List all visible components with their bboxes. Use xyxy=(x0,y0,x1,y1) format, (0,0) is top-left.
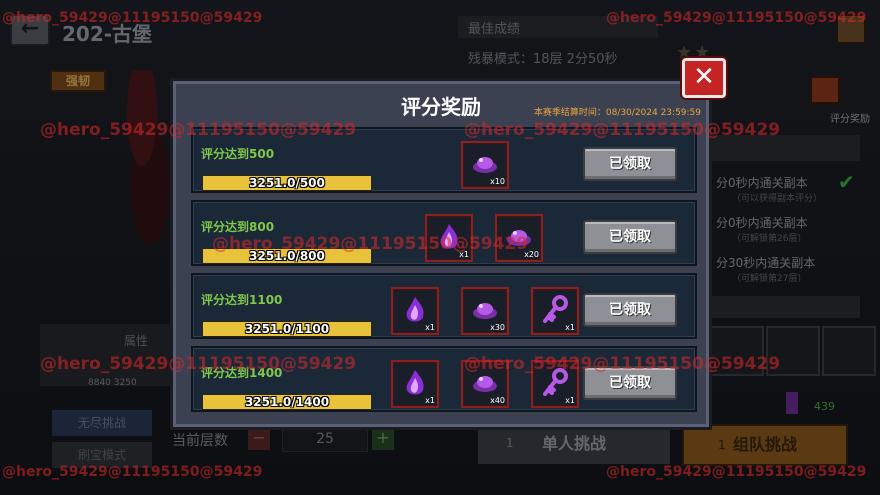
watermark: @hero_59429@11195150@59429 xyxy=(40,354,357,374)
item-quantity: x30 xyxy=(490,323,505,332)
item-quantity: x10 xyxy=(490,177,505,186)
score-progress-bar: 3251.0/500 xyxy=(202,175,372,191)
score-progress-text: 3251.0/500 xyxy=(249,176,325,190)
score-progress-bar: 3251.0/1100 xyxy=(202,321,372,337)
item-quantity: x1 xyxy=(565,323,575,332)
watermark: @hero_59429@11195150@59429 xyxy=(212,234,529,254)
purple-flame-icon[interactable]: x1 xyxy=(391,360,439,408)
item-quantity: x40 xyxy=(490,396,505,405)
item-quantity: x1 xyxy=(425,396,435,405)
item-quantity: x1 xyxy=(425,323,435,332)
watermark: @hero_59429@11195150@59429 xyxy=(2,464,263,480)
watermark: @hero_59429@11195150@59429 xyxy=(2,10,263,26)
watermark: @hero_59429@11195150@59429 xyxy=(606,464,867,480)
watermark: @hero_59429@11195150@59429 xyxy=(606,10,867,26)
purple-ore-icon[interactable]: x10 xyxy=(461,141,509,189)
claimed-button[interactable]: 已领取 xyxy=(583,220,677,254)
item-quantity: x1 xyxy=(565,396,575,405)
close-icon[interactable]: ✕ xyxy=(682,58,726,98)
watermark: @hero_59429@11195150@59429 xyxy=(464,120,781,140)
reward-row: 评分达到800 3251.0/800 x1 x20 已领取 xyxy=(191,200,697,266)
score-progress-text: 3251.0/1100 xyxy=(244,322,330,336)
watermark: @hero_59429@11195150@59429 xyxy=(40,120,357,140)
claimed-button[interactable]: 已领取 xyxy=(583,147,677,181)
reward-threshold-label: 评分达到1100 xyxy=(201,293,283,307)
claimed-button[interactable]: 已领取 xyxy=(583,293,677,327)
purple-key-icon[interactable]: x1 xyxy=(531,287,579,335)
season-end-time: 本赛季结算时间：08/30/2024 23:59:59 xyxy=(533,108,701,118)
score-progress-text: 3251.0/1400 xyxy=(244,395,330,409)
reward-threshold-label: 评分达到800 xyxy=(201,220,275,234)
purple-flame-icon[interactable]: x1 xyxy=(391,287,439,335)
reward-list[interactable]: 评分达到500 3251.0/500 x10 已领取 评分达到800 3251.… xyxy=(191,127,697,423)
purple-ore-icon[interactable]: x30 xyxy=(461,287,509,335)
score-progress-bar: 3251.0/1400 xyxy=(202,394,372,410)
watermark: @hero_59429@11195150@59429 xyxy=(464,354,781,374)
reward-row: 评分达到1100 3251.0/1100 x1 x30 x1 已领取 xyxy=(191,273,697,339)
reward-threshold-label: 评分达到500 xyxy=(201,147,275,161)
